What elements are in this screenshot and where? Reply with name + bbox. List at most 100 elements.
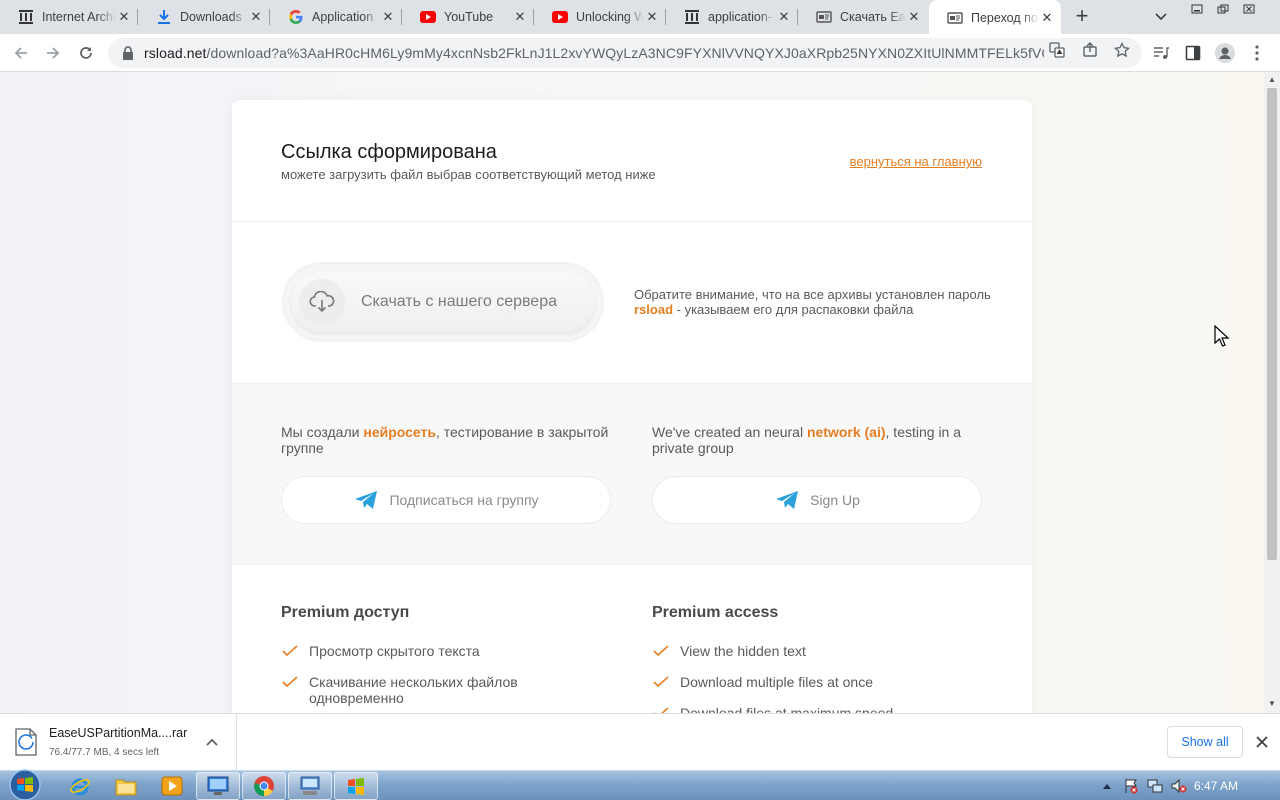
chevron-up-icon[interactable] bbox=[204, 735, 220, 751]
taskbar-installer[interactable] bbox=[334, 772, 378, 800]
download-card: Ссылка сформирована можете загрузить фай… bbox=[232, 100, 1032, 713]
taskbar-internet-explorer[interactable] bbox=[58, 772, 102, 800]
feature-text: Download multiple files at once bbox=[680, 674, 873, 690]
taskbar-chrome[interactable] bbox=[242, 772, 286, 800]
side-panel-icon[interactable] bbox=[1182, 42, 1204, 64]
url-text: rsload.net/download?a%3AaHR0cHM6Ly9mMy4x… bbox=[144, 45, 1044, 61]
download-from-server-button[interactable]: Скачать с нашего сервера bbox=[291, 272, 595, 332]
show-hidden-icons-arrow[interactable] bbox=[1098, 777, 1116, 795]
action-center-flag-icon[interactable] bbox=[1122, 777, 1140, 795]
scroll-down-arrow-icon[interactable]: ▼ bbox=[1268, 700, 1276, 708]
url-path: /download?a%3AaHR0cHM6Ly9mMy4xcnNsb2FkLn… bbox=[206, 45, 1044, 61]
promo-ru-start: Мы создали bbox=[281, 424, 364, 440]
translate-icon[interactable] bbox=[1048, 41, 1066, 59]
browser-toolbar: rsload.net/download?a%3AaHR0cHM6Ly9mMy4x… bbox=[0, 34, 1280, 72]
media-control-icon[interactable] bbox=[1150, 42, 1172, 64]
lock-icon[interactable] bbox=[120, 45, 136, 61]
tab-skachat[interactable]: Скачать Eas ✕ bbox=[798, 0, 928, 34]
download-item[interactable]: EaseUSPartitionMa....rar 76.4/77.7 MB, 4… bbox=[0, 714, 237, 771]
close-shelf-icon[interactable] bbox=[1254, 734, 1270, 750]
cloud-download-icon bbox=[299, 279, 345, 325]
close-tab-icon[interactable]: ✕ bbox=[116, 9, 132, 25]
minimize-button[interactable] bbox=[1184, 0, 1210, 18]
close-tab-icon[interactable]: ✕ bbox=[776, 9, 792, 25]
tab-title: YouTube bbox=[444, 10, 494, 24]
download-filename: EaseUSPartitionMa....rar bbox=[49, 726, 188, 740]
premium-ru-feature: Скачивание нескольких файлов одновременн… bbox=[281, 674, 581, 706]
close-tab-icon[interactable]: ✕ bbox=[248, 9, 264, 25]
close-tab-icon[interactable]: ✕ bbox=[644, 9, 660, 25]
sign-up-button[interactable]: Sign Up bbox=[652, 476, 982, 524]
download-button-label: Скачать с нашего сервера bbox=[361, 293, 557, 310]
browser-menu-icon[interactable] bbox=[1246, 42, 1268, 64]
tab-strip: Internet Archive ✕ Downloads ✕ Applicati… bbox=[0, 0, 1280, 36]
back-button[interactable] bbox=[8, 40, 34, 66]
premium-ru-feature: Просмотр скрытого текста bbox=[281, 643, 581, 659]
share-icon[interactable] bbox=[1081, 41, 1099, 59]
windows-flag-icon bbox=[348, 778, 364, 795]
neural-network-promo: Мы создали нейросеть, тестирование в зак… bbox=[232, 383, 1032, 565]
note-text-start: Обратите внимание, что на все архивы уст… bbox=[634, 287, 991, 302]
close-window-button[interactable] bbox=[1236, 0, 1262, 18]
back-to-home-link[interactable]: вернуться на главную bbox=[850, 154, 982, 169]
page-viewport: Ссылка сформирована можете загрузить фай… bbox=[0, 72, 1264, 713]
scroll-up-arrow-icon[interactable]: ▲ bbox=[1268, 76, 1276, 84]
close-tab-icon[interactable]: ✕ bbox=[380, 9, 396, 25]
premium-ru-title: Premium доступ bbox=[281, 604, 410, 621]
close-tab-icon[interactable]: ✕ bbox=[906, 9, 922, 25]
reload-button[interactable] bbox=[73, 40, 99, 66]
restore-button[interactable] bbox=[1210, 0, 1236, 18]
tab-youtube[interactable]: YouTube ✕ bbox=[402, 0, 534, 34]
feature-text: Download files at maximum speed bbox=[680, 705, 894, 713]
page-scrollbar[interactable]: ▲ ▼ bbox=[1264, 72, 1280, 713]
feature-text: Просмотр скрытого текста bbox=[309, 643, 480, 659]
volume-muted-icon[interactable] bbox=[1170, 777, 1188, 795]
sign-up-label: Sign Up bbox=[810, 492, 860, 508]
premium-en-title: Premium access bbox=[652, 604, 779, 621]
address-bar[interactable]: rsload.net/download?a%3AaHR0cHM6Ly9mMy4x… bbox=[108, 38, 1142, 68]
scrollbar-thumb[interactable] bbox=[1267, 88, 1277, 560]
tab-application-archive[interactable]: application- ✕ bbox=[666, 0, 798, 34]
promo-ru-text: Мы создали нейросеть, тестирование в зак… bbox=[281, 424, 611, 456]
taskbar-media-player[interactable] bbox=[150, 772, 194, 800]
tab-internet-archive[interactable]: Internet Archive ✕ bbox=[0, 0, 138, 34]
download-icon bbox=[156, 9, 172, 25]
tab-search-chevron-icon[interactable] bbox=[1150, 6, 1172, 28]
subscribe-group-button[interactable]: Подписаться на группу bbox=[281, 476, 611, 524]
close-tab-icon[interactable]: ✕ bbox=[1039, 10, 1055, 26]
forward-button[interactable] bbox=[40, 40, 66, 66]
network-icon[interactable] bbox=[1146, 777, 1164, 795]
computer-icon bbox=[300, 776, 320, 795]
taskbar-remote-desktop[interactable] bbox=[196, 772, 240, 800]
note-text-end: - указываем его для распаковки файла bbox=[673, 302, 914, 317]
feature-text: View the hidden text bbox=[680, 643, 806, 659]
show-all-downloads-button[interactable]: Show all bbox=[1167, 726, 1243, 758]
tab-unlocking[interactable]: Unlocking W ✕ bbox=[534, 0, 666, 34]
new-tab-button[interactable]: + bbox=[1070, 5, 1094, 29]
tab-application[interactable]: Application ✕ bbox=[270, 0, 402, 34]
internet-explorer-icon bbox=[70, 778, 90, 796]
page-icon bbox=[947, 10, 963, 26]
subscribe-group-label: Подписаться на группу bbox=[389, 492, 539, 508]
download-status: 76.4/77.7 MB, 4 secs left bbox=[49, 747, 160, 758]
tab-downloads[interactable]: Downloads ✕ bbox=[138, 0, 270, 34]
tab-title: Application bbox=[312, 10, 374, 24]
checkmark-icon bbox=[282, 676, 298, 688]
start-orb-icon[interactable] bbox=[6, 768, 44, 800]
bookmark-star-icon[interactable] bbox=[1113, 41, 1131, 59]
google-icon bbox=[288, 9, 304, 25]
profile-avatar-icon[interactable] bbox=[1214, 42, 1236, 64]
tab-perehod-active[interactable]: Переход по ✕ bbox=[929, 0, 1061, 36]
premium-en-feature: View the hidden text bbox=[652, 643, 952, 659]
close-tab-icon[interactable]: ✕ bbox=[512, 9, 528, 25]
tab-title: Unlocking W bbox=[576, 10, 644, 24]
taskbar-computer[interactable] bbox=[288, 772, 332, 800]
download-section: Скачать с нашего сервера Обратите вниман… bbox=[232, 222, 1032, 383]
taskbar-clock[interactable]: 6:47 AM bbox=[1194, 779, 1238, 793]
premium-en-feature: Download multiple files at once bbox=[652, 674, 952, 690]
premium-en-feature: Download files at maximum speed bbox=[652, 705, 952, 713]
checkmark-icon bbox=[282, 645, 298, 657]
taskbar-file-explorer[interactable] bbox=[104, 772, 148, 800]
page-title: Ссылка сформирована bbox=[281, 141, 497, 163]
tab-title: Переход по bbox=[971, 11, 1038, 25]
